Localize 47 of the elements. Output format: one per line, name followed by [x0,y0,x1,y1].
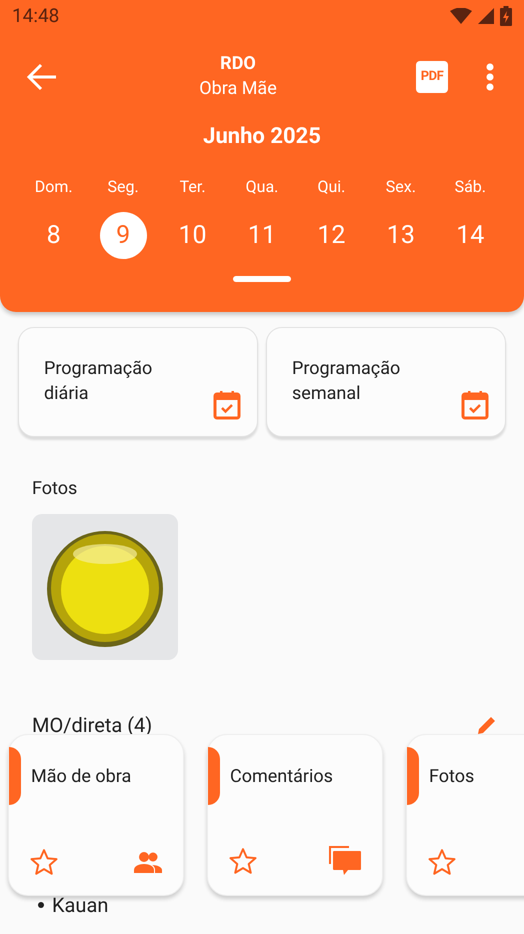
quick-card[interactable]: Mão de obra [8,734,184,896]
date-button[interactable]: 12 [308,212,355,259]
card-title: Mão de obra [31,764,132,788]
quick-card[interactable]: Fotos [406,734,524,896]
back-arrow-icon [26,63,58,91]
drag-handle[interactable] [233,276,291,282]
calendar-check-icon [461,390,489,420]
date-button[interactable]: 14 [446,212,494,259]
battery-icon [500,6,512,26]
calendar-check-icon [213,390,241,420]
screen-title: RDO [220,52,256,76]
accent-tab [9,747,21,805]
date-button[interactable]: 9 [100,212,147,259]
weekday-label: Dom. [34,177,73,197]
shortcut-card[interactable]: Programação diária [18,327,258,437]
accent-tab [407,747,419,805]
more-icon [486,63,494,91]
people-icon [133,850,163,874]
section-title: Fotos [32,478,78,499]
star-icon[interactable] [29,847,59,877]
weekday-label: Ter. [180,177,206,197]
weekday-label: Sex. [386,177,416,197]
chat-icon [328,845,362,877]
wifi-icon [450,8,472,24]
shortcut-card[interactable]: Programação semanal [266,327,506,437]
pdf-button[interactable]: PDF [416,61,448,93]
screen-subtitle: Obra Mãe [199,77,277,101]
signal-icon [478,8,494,24]
date-button[interactable]: 10 [169,212,216,259]
status-time: 14:48 [12,2,60,29]
weekday-label: Qui. [317,177,346,197]
pencil-icon[interactable] [476,714,498,736]
bullet-icon [38,902,44,908]
card-title: Fotos [429,764,474,788]
star-icon[interactable] [427,847,457,877]
more-menu-button[interactable] [486,63,494,91]
weekday-label: Seg. [108,177,139,197]
weekday-label: Sáb. [454,177,486,197]
date-button[interactable]: 13 [377,212,424,259]
accent-tab [208,747,220,805]
card-title: Comentários [230,764,333,788]
weekday-label: Qua. [246,177,278,197]
month-label: Junho 2025 [203,123,321,151]
date-button[interactable]: 11 [238,212,286,259]
star-icon[interactable] [228,846,258,876]
date-button[interactable]: 8 [30,212,78,259]
quick-card[interactable]: Comentários [207,734,383,896]
